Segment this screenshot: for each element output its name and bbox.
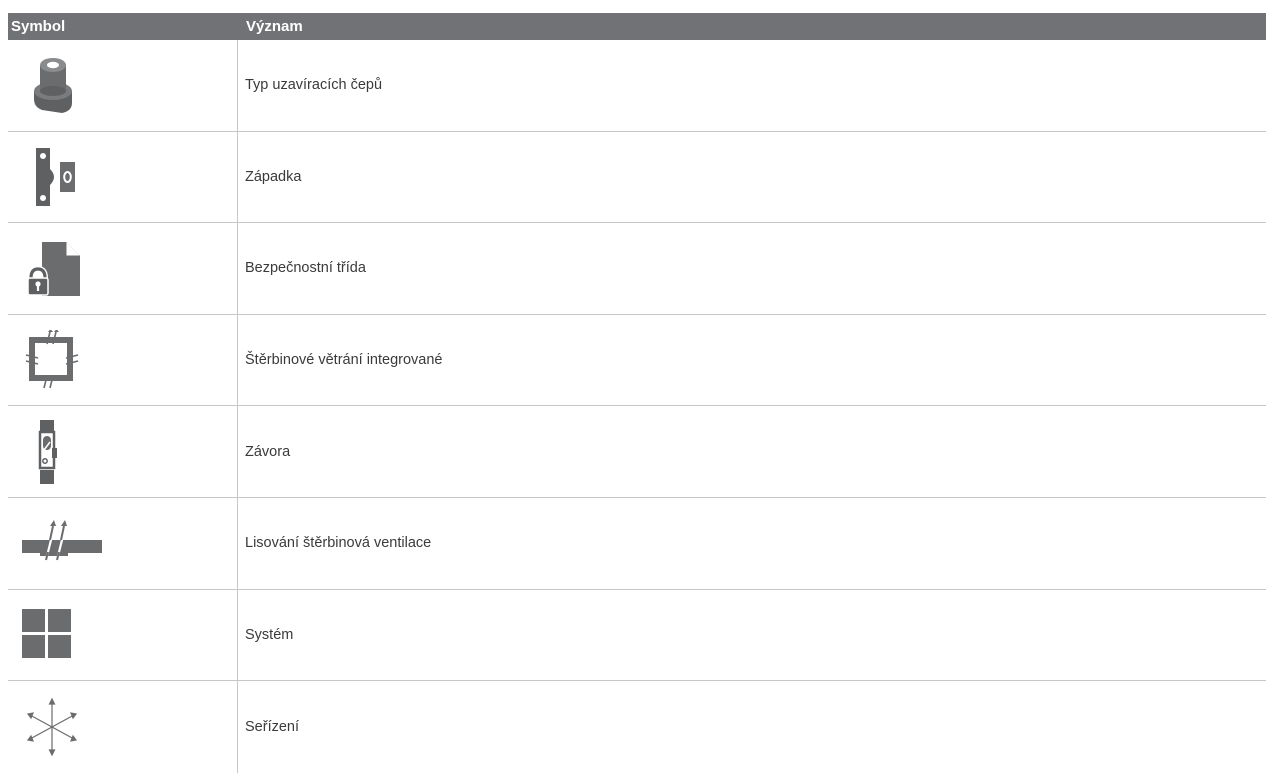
latch-icon [36, 147, 75, 206]
table-row: Závora [8, 406, 1266, 498]
table-row: Systém [8, 589, 1266, 682]
table-row: Seřízení [8, 681, 1266, 773]
table-row: Typ uzavíracích čepů [8, 40, 1266, 132]
table-row: Bezpečnostní třída [8, 223, 1266, 315]
header-meaning: Význam [246, 18, 303, 35]
locking-pin-icon [34, 58, 72, 114]
adjustment-icon [26, 697, 78, 757]
security-class-icon [27, 242, 80, 297]
row-label: Lisování štěrbinová ventilace [245, 535, 432, 552]
slot-ventilation-pressing-icon [22, 520, 102, 561]
symbol-table: Symbol Význam Typ uzavíracích čepů Západ… [8, 13, 1266, 773]
table-row: Štěrbinové větrání integrované [8, 314, 1266, 407]
table-header: Symbol Význam [8, 13, 1266, 40]
bolt-icon [38, 419, 57, 484]
row-label: Západka [245, 168, 302, 185]
row-label: Seřízení [245, 718, 299, 735]
row-label: Závora [245, 443, 291, 460]
table-row: Západka [8, 131, 1266, 224]
row-label: Typ uzavíracích čepů [245, 77, 383, 94]
table-row: Lisování štěrbinová ventilace [8, 497, 1266, 590]
row-label: Štěrbinové větrání integrované [245, 352, 443, 369]
row-label: Systém [245, 626, 294, 643]
system-icon [22, 608, 71, 658]
header-symbol: Symbol [11, 18, 66, 35]
integrated-slot-ventilation-icon [25, 330, 79, 389]
row-label: Bezpečnostní třída [245, 260, 366, 277]
